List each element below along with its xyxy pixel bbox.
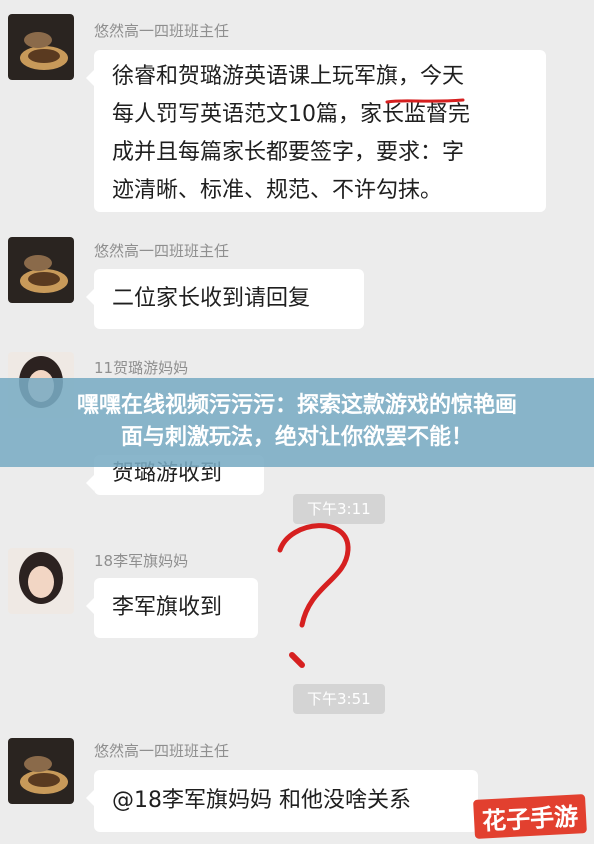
- coffee-cup-avatar-icon: [8, 237, 74, 303]
- message-bubble[interactable]: 李军旗收到: [86, 578, 258, 638]
- teacher-avatar[interactable]: [8, 14, 74, 80]
- sender-name: 18李军旗妈妈: [94, 552, 189, 570]
- headline-banner[interactable]: 嘿嘿在线视频污污污：探索这款游戏的惊艳画 面与刺激玩法，绝对让你欲罢不能！: [0, 378, 594, 467]
- sender-name: 悠然高一四班班主任: [94, 22, 230, 40]
- teacher-avatar[interactable]: [8, 237, 74, 303]
- banner-line: 嘿嘿在线视频污污污：探索这款游戏的惊艳画: [76, 393, 517, 418]
- message-bubble[interactable]: 二位家长收到请回复: [86, 269, 364, 329]
- sender-name: 悠然高一四班班主任: [94, 742, 230, 760]
- banner-line: 面与刺激玩法，绝对让你欲罢不能！: [120, 425, 473, 450]
- brand-watermark: 花子手游: [473, 794, 587, 839]
- coffee-cup-avatar-icon: [8, 14, 74, 80]
- message-line: 成并且每篇家长都要签字，要求：字: [112, 140, 465, 165]
- timestamp: 下午3:51: [293, 684, 385, 714]
- message-line: @18李军旗妈妈 和他没啥关系: [112, 788, 411, 813]
- message-line: 李军旗收到: [112, 595, 223, 620]
- woman-portrait-avatar-icon: [8, 548, 74, 614]
- sender-name: 悠然高一四班班主任: [94, 242, 230, 260]
- coffee-cup-avatar-icon: [8, 738, 74, 804]
- parent-avatar[interactable]: [8, 548, 74, 614]
- red-question-mark-annotation: [277, 523, 351, 668]
- message-line: 二位家长收到请回复: [112, 286, 311, 311]
- message-bubble[interactable]: 徐睿和贺璐游英语课上玩军旗，今天 每人罚写英语范文10篇，家长监督完 成并且每篇…: [86, 50, 546, 212]
- message-line: 迹清晰、标准、规范、不许勾抹。: [112, 178, 443, 203]
- teacher-avatar[interactable]: [8, 738, 74, 804]
- message-line: 徐睿和贺璐游英语课上玩军旗，今天: [112, 64, 465, 89]
- message-bubble[interactable]: @18李军旗妈妈 和他没啥关系: [86, 770, 478, 832]
- message-line: 每人罚写英语范文10篇，家长监督完: [112, 102, 470, 127]
- red-underline-annotation: [385, 98, 465, 104]
- sender-name: 11贺璐游妈妈: [94, 359, 189, 377]
